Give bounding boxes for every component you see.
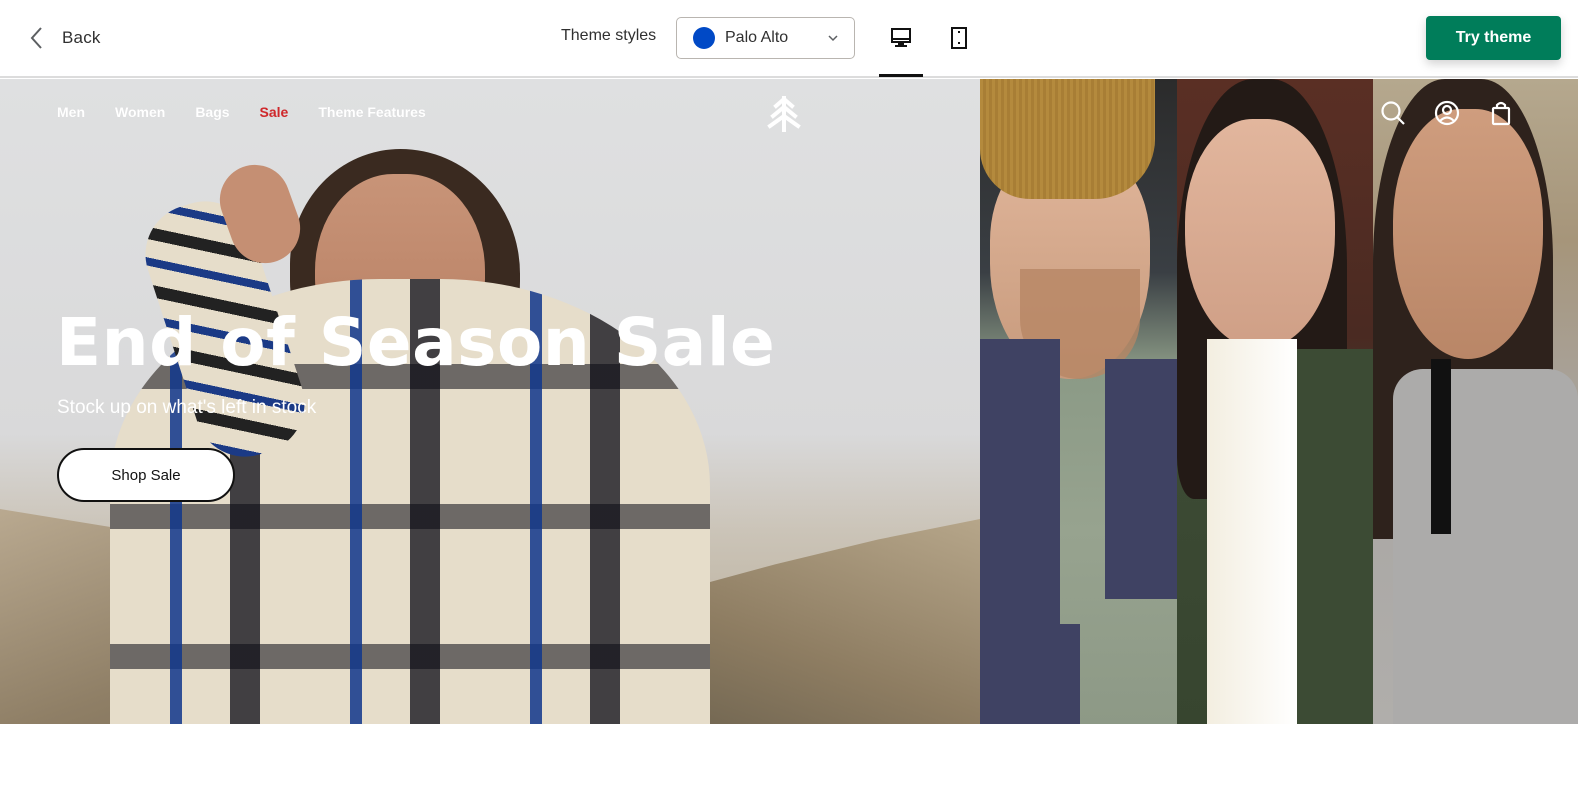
panel-3-strap [1431, 359, 1451, 534]
theme-style-select[interactable]: Palo Alto [676, 17, 855, 59]
nav-link-women[interactable]: Women [115, 104, 165, 120]
nav-link-men[interactable]: Men [57, 104, 85, 120]
hero-image-panel-1 [980, 79, 1177, 724]
hero-image-panel-3 [1373, 79, 1578, 724]
account-icon[interactable] [1434, 100, 1460, 126]
shop-sale-button[interactable]: Shop Sale [57, 448, 235, 502]
back-label: Back [62, 28, 101, 47]
desktop-view-button[interactable] [879, 18, 923, 58]
panel-3-face [1393, 109, 1543, 359]
color-swatch [693, 27, 715, 49]
nav-link-bags[interactable]: Bags [195, 104, 229, 120]
panel-1-jacket-block [1105, 359, 1177, 599]
mobile-icon [951, 27, 967, 49]
theme-style-value: Palo Alto [725, 29, 789, 46]
nav-link-theme-features[interactable]: Theme Features [318, 104, 425, 120]
try-theme-button[interactable]: Try theme [1426, 16, 1561, 60]
hero-title: End of Season Sale [56, 304, 776, 381]
theme-styles-label: Theme styles [561, 27, 657, 44]
store-nav: Men Women Bags Sale Theme Features [57, 104, 426, 120]
cart-icon[interactable] [1488, 100, 1514, 126]
hero-image-panel-2 [1177, 79, 1373, 724]
mobile-view-button[interactable] [937, 18, 981, 58]
panel-1-beanie [980, 79, 1155, 199]
chevron-down-icon [828, 35, 838, 42]
search-icon[interactable] [1380, 100, 1406, 126]
nav-link-sale[interactable]: Sale [260, 104, 289, 120]
panel-2-face [1185, 119, 1335, 349]
panel-3-sweater [1393, 369, 1578, 724]
store-header-icons [1380, 100, 1514, 126]
panel-1-jacket-block [980, 624, 1080, 724]
back-button[interactable]: Back [28, 22, 101, 54]
desktop-icon [891, 28, 911, 47]
hero-subtitle: Stock up on what's left in stock [57, 397, 317, 418]
theme-preview-toolbar: Back Theme styles Palo Alto Try theme [0, 0, 1578, 78]
panel-2-shirt [1207, 339, 1297, 724]
tree-logo-icon[interactable] [767, 94, 801, 132]
active-view-indicator [879, 74, 923, 77]
chevron-left-icon [30, 27, 42, 49]
